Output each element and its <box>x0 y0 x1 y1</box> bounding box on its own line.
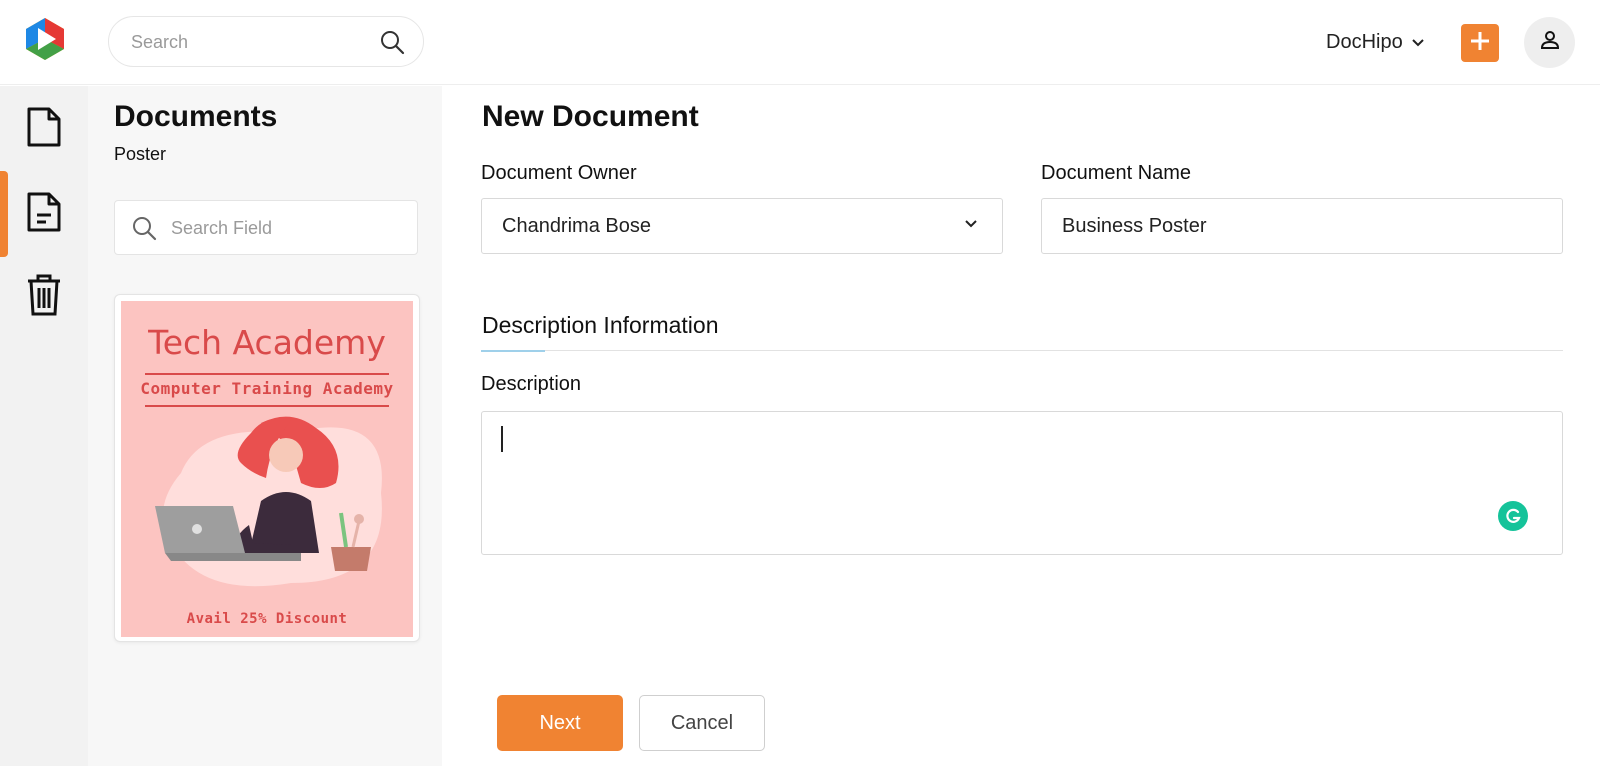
workspace-dropdown[interactable]: DocHipo <box>1326 28 1425 56</box>
profile-button[interactable] <box>1524 17 1575 68</box>
poster-title: Tech Academy <box>148 323 386 362</box>
global-search-box <box>108 16 424 67</box>
documents-title: Documents <box>114 100 278 133</box>
dochipo-logo-icon[interactable] <box>22 16 68 62</box>
description-textarea[interactable] <box>481 411 1563 555</box>
field-search-box <box>114 200 418 255</box>
chevron-down-icon <box>965 220 977 228</box>
section-divider-accent <box>481 350 545 352</box>
rail-item-document[interactable] <box>0 86 88 172</box>
section-divider <box>481 350 1563 351</box>
text-cursor <box>501 426 503 452</box>
cancel-button[interactable]: Cancel <box>639 695 765 751</box>
template-card[interactable]: Tech Academy Computer Training Academy A… <box>114 294 420 642</box>
user-icon <box>1538 28 1562 57</box>
document-owner-value: Chandrima Bose <box>502 215 651 237</box>
page-title: New Document <box>482 100 699 133</box>
document-owner-label: Document Owner <box>481 162 637 184</box>
documents-category: Poster <box>114 144 167 164</box>
poster-divider <box>145 405 389 407</box>
field-search-input[interactable] <box>171 215 401 241</box>
workspace-name: DocHipo <box>1326 30 1403 53</box>
trash-icon <box>26 273 62 322</box>
document-name-field[interactable] <box>1041 198 1563 254</box>
plus-icon <box>1469 30 1491 57</box>
poster-subtitle: Computer Training Academy <box>140 379 394 398</box>
description-label: Description <box>481 373 582 395</box>
document-lines-icon <box>26 191 62 238</box>
section-title: Description Information <box>482 312 719 338</box>
woman-at-laptop-illustration <box>155 416 382 587</box>
global-search-input[interactable] <box>131 29 371 55</box>
document-owner-select[interactable]: Chandrima Bose <box>481 198 1003 254</box>
search-icon[interactable] <box>379 29 405 55</box>
top-bar: DocHipo <box>0 0 1600 85</box>
chevron-down-icon <box>1411 31 1425 54</box>
search-icon <box>133 217 157 241</box>
add-button[interactable] <box>1461 24 1499 62</box>
documents-panel: Documents Poster Tech Academy Computer T… <box>88 86 442 766</box>
template-thumbnail: Tech Academy Computer Training Academy A… <box>121 301 413 637</box>
document-icon <box>26 106 62 153</box>
rail-item-documents-list[interactable] <box>0 171 88 257</box>
document-name-label: Document Name <box>1041 162 1192 184</box>
next-button[interactable]: Next <box>497 695 623 751</box>
poster-divider <box>145 373 389 375</box>
rail-item-trash[interactable] <box>0 254 88 340</box>
new-document-form: New Document Document Owner Chandrima Bo… <box>442 86 1600 766</box>
icon-rail <box>0 86 88 766</box>
grammarly-icon[interactable] <box>1498 501 1528 531</box>
poster-footer: Avail 25% Discount <box>186 611 348 627</box>
